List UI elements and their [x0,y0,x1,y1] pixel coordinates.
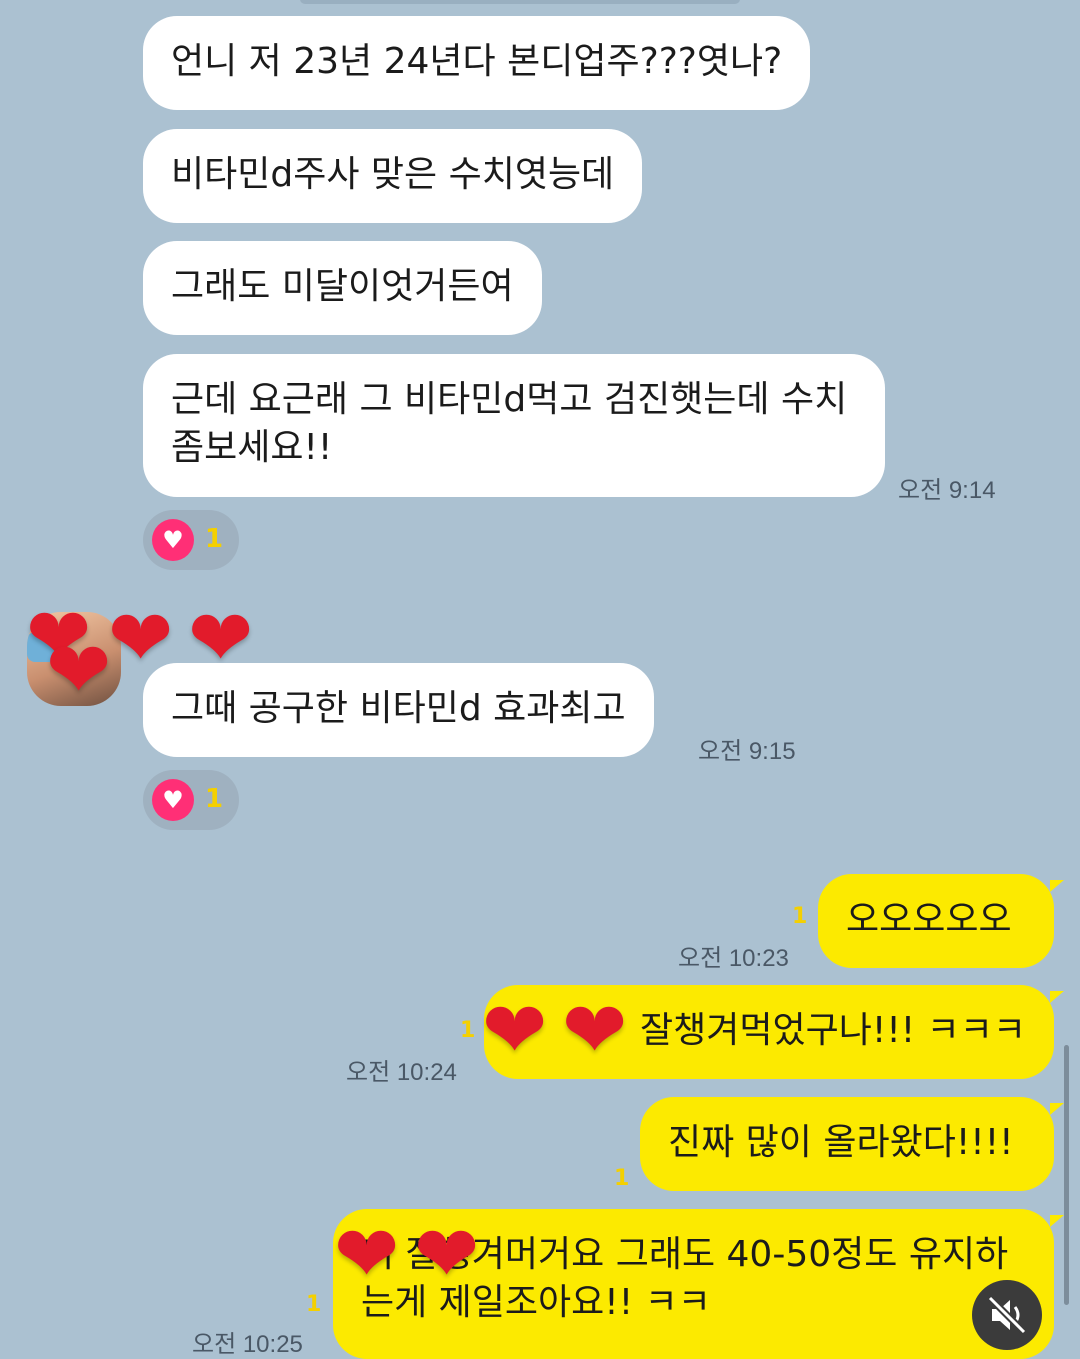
previous-message-edge [300,0,740,4]
speaker-muted-icon[interactable] [972,1280,1042,1350]
message-bubble-outgoing[interactable]: 오오오오오 [818,874,1054,968]
unread-count: 1 [792,904,808,929]
message-timestamp: 오전 9:14 [898,477,996,504]
message-bubble-incoming[interactable]: 언니 저 23년 24년다 본디업주???엿나? [143,16,811,110]
message-text: 그래도 미달이엇거든여 [171,266,514,307]
heart-sticker-icon: ❤ [482,986,548,1076]
unread-count: 1 [460,1018,476,1043]
heart-sticker-icon: ❤ [46,626,112,716]
message-bubble-incoming[interactable]: 그래도 미달이엇거든여 [143,241,542,335]
unread-count: 1 [306,1292,322,1317]
reaction-badge[interactable]: ♥ 1 [143,510,239,570]
unread-count: 1 [614,1166,630,1191]
message-text: 잘챙겨먹었구나!!! ㅋㅋㅋ [640,1010,1026,1051]
message-text: 그때 공구한 비타민d 효과최고 [171,688,626,729]
message-bubble-incoming[interactable]: 그때 공구한 비타민d 효과최고 [143,663,654,757]
message-text: 오오오오오 [846,899,1012,940]
message-timestamp: 오전 10:23 [678,945,789,972]
heart-sticker-icon: ❤ [334,1210,400,1300]
heart-icon: ♥ [152,779,194,821]
heart-sticker-icon: ❤ [414,1210,480,1300]
message-text: 진짜 많이 올라왔다!!!! [668,1122,1014,1163]
reaction-count: 1 [205,784,224,814]
message-text: 근데 요근래 그 비타민d먹고 검진햇는데 수치좀보세요!! [171,379,848,468]
scrollbar-thumb[interactable] [1064,1045,1069,1305]
message-text: 비타민d주사 맞은 수치엿능데 [171,154,615,195]
reaction-badge[interactable]: ♥ 1 [143,770,239,830]
message-timestamp: 오전 10:24 [346,1059,457,1086]
message-bubble-incoming[interactable]: 근데 요근래 그 비타민d먹고 검진햇는데 수치좀보세요!! [143,354,885,497]
reaction-count: 1 [205,524,224,554]
heart-icon: ♥ [152,519,194,561]
message-bubble-outgoing[interactable]: 진짜 많이 올라왔다!!!! [640,1097,1054,1191]
message-timestamp: 오전 10:25 [192,1331,303,1358]
message-text: 언니 저 23년 24년다 본디업주???엿나? [171,41,783,82]
message-bubble-incoming[interactable]: 비타민d주사 맞은 수치엿능데 [143,129,643,223]
heart-sticker-icon: ❤ [562,986,628,1076]
message-timestamp: 오전 9:15 [698,738,796,765]
